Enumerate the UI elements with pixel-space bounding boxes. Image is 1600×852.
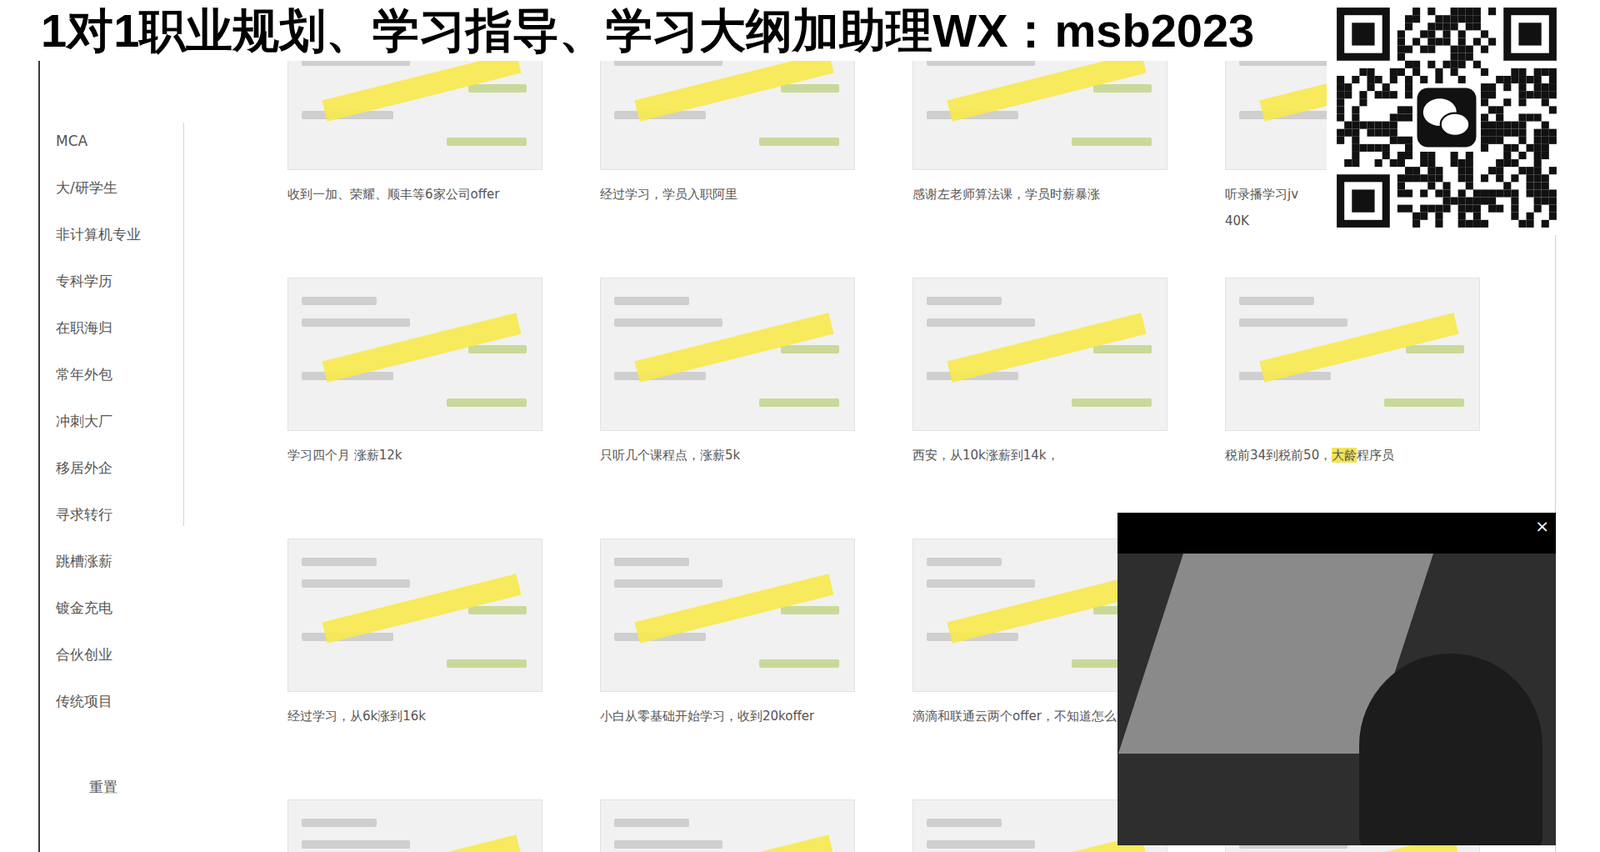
case-caption[interactable]: 经过学习，从6k涨到16k [287, 702, 600, 730]
case-card[interactable]: 西安，从10k涨薪到14k， [912, 277, 1225, 511]
caption-text: 感谢左老师算法课，学员时薪暴涨 [912, 186, 1100, 202]
case-thumbnail[interactable] [912, 60, 1168, 170]
video-frame [1117, 553, 1556, 845]
case-card[interactable] [287, 799, 600, 852]
case-thumbnail[interactable] [600, 60, 855, 170]
sidebar-item[interactable]: 传统项目 [55, 677, 184, 725]
wechat-logo-icon [1412, 83, 1481, 152]
wechat-qr-code [1326, 0, 1567, 235]
video-title-bar: × [1117, 512, 1556, 554]
case-card[interactable]: 税前34到税前50，大龄程序员 [1225, 277, 1538, 511]
caption-text: 大龄 [1331, 447, 1357, 463]
sidebar-item[interactable]: 非计算机专业 [55, 210, 184, 258]
case-thumbnail[interactable] [600, 538, 855, 692]
case-thumbnail[interactable] [287, 60, 543, 170]
case-card[interactable]: 收到一加、荣耀、顺丰等6家公司offer [287, 60, 600, 250]
case-card[interactable]: 感谢左老师算法课，学员时薪暴涨 [912, 60, 1225, 250]
page: 1对1职业规划、学习指导、学习大纲加助理WX：msb2023MCA大/研学生非计… [0, 0, 1600, 852]
webcam-overlay[interactable]: × [1117, 512, 1556, 845]
sidebar-item[interactable]: 移居外企 [55, 444, 184, 491]
case-caption[interactable]: 收到一加、荣耀、顺丰等6家公司offer [287, 180, 600, 208]
category-sidebar: MCA大/研学生非计算机专业专科学历在职海归常年外包冲刺大厂移居外企寻求转行跳槽… [40, 60, 184, 852]
sidebar-item[interactable]: 大/研学生 [55, 164, 184, 211]
promo-text: 1对1职业规划、学习指导、学习大纲加助理WX：msb2023 [40, 0, 1255, 61]
case-card[interactable]: 经过学习，从6k涨到16k [287, 538, 600, 772]
case-card[interactable]: 小白从零基础开始学习，收到20koffer [600, 538, 913, 772]
caption-text: 只听几个课程点，涨薪5k [600, 447, 740, 463]
case-card[interactable] [600, 799, 913, 852]
case-caption[interactable]: 只听几个课程点，涨薪5k [600, 441, 913, 469]
case-thumbnail[interactable] [287, 799, 543, 852]
sidebar-item[interactable]: 常年外包 [55, 350, 184, 398]
case-caption[interactable]: 税前34到税前50，大龄程序员 [1225, 441, 1538, 469]
sidebar-item[interactable]: 寻求转行 [55, 490, 184, 538]
case-thumbnail[interactable] [600, 799, 855, 852]
caption-text: 经过学习，学员入职阿里 [600, 186, 738, 202]
case-caption[interactable]: 西安，从10k涨薪到14k， [912, 441, 1225, 469]
case-thumbnail[interactable] [600, 277, 855, 431]
reset-button[interactable]: 重置 [55, 763, 184, 810]
caption-text: 西安，从10k涨薪到14k， [912, 447, 1060, 463]
caption-text: 学习四个月 涨薪12k [287, 447, 403, 463]
sidebar-item[interactable]: 专科学历 [55, 257, 184, 305]
close-button[interactable]: × [1535, 517, 1550, 535]
case-thumbnail[interactable] [1225, 277, 1480, 431]
case-card[interactable]: 只听几个课程点，涨薪5k [600, 277, 913, 511]
case-thumbnail[interactable] [287, 277, 543, 431]
sidebar-item[interactable]: MCA [55, 117, 184, 165]
case-card[interactable]: 学习四个月 涨薪12k [287, 277, 600, 511]
case-thumbnail[interactable] [287, 538, 543, 692]
case-card[interactable]: 经过学习，学员入职阿里 [600, 60, 913, 250]
caption-text: 听录播学习jv [1225, 186, 1299, 202]
caption-text: 程序员 [1356, 447, 1395, 463]
caption-text: 小白从零基础开始学习，收到20koffer [600, 708, 815, 724]
caption-text: 税前34到税前50， [1225, 447, 1332, 463]
case-caption[interactable]: 学习四个月 涨薪12k [287, 441, 600, 469]
sidebar-item[interactable]: 在职海归 [55, 304, 184, 351]
case-caption[interactable]: 小白从零基础开始学习，收到20koffer [600, 702, 913, 730]
caption-text: 滴滴和联通云两个offer，不知道怎么 [912, 708, 1117, 724]
caption-text: 40K [1225, 213, 1250, 229]
caption-text: 收到一加、荣耀、顺丰等6家公司offer [287, 186, 500, 202]
qr-code-icon [1326, 0, 1567, 235]
case-caption[interactable]: 感谢左老师算法课，学员时薪暴涨 [912, 180, 1225, 208]
case-caption[interactable]: 经过学习，学员入职阿里 [600, 180, 913, 208]
sidebar-item[interactable]: 跳槽涨薪 [55, 537, 184, 585]
sidebar-item[interactable]: 冲刺大厂 [55, 397, 184, 445]
case-thumbnail[interactable] [912, 277, 1168, 431]
caption-text: 经过学习，从6k涨到16k [287, 708, 426, 724]
sidebar-item[interactable]: 镀金充电 [55, 584, 184, 631]
sidebar-item[interactable]: 合伙创业 [55, 630, 184, 678]
